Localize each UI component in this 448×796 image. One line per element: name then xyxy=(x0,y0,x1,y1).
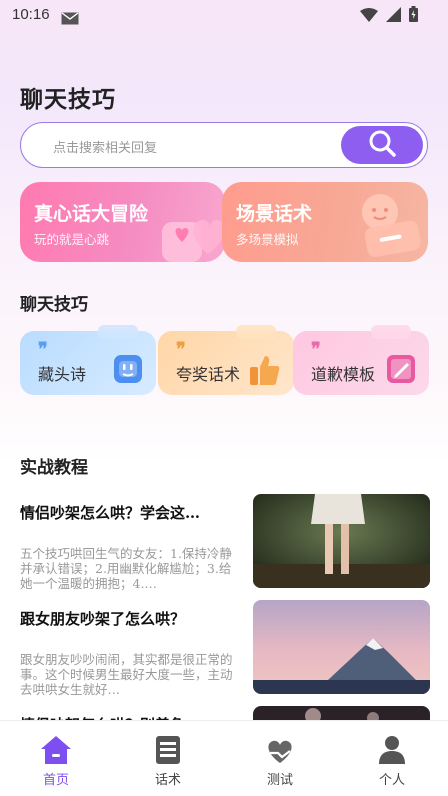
card-title: 场景话术 xyxy=(236,203,313,225)
thumbs-up-icon xyxy=(248,353,282,391)
folder-tab xyxy=(371,325,411,339)
article-description: 跟女朋友吵吵闹闹，其实都是很正常的事。这个时候男生最好大度一些，主动去哄哄女生就… xyxy=(20,652,233,697)
quote-icon: ❞ xyxy=(176,339,186,360)
article-thumbnail xyxy=(253,494,430,588)
chat-bubble-icon xyxy=(352,190,424,262)
tile-label: 夸奖话术 xyxy=(176,365,241,384)
tab-label: 个人 xyxy=(378,773,405,788)
battery-icon xyxy=(409,6,418,26)
apology-template-tile[interactable]: ❞ 道歉模板 xyxy=(293,325,429,395)
card-subtitle: 玩的就是心跳 xyxy=(34,232,110,247)
tab-profile[interactable]: 个人 xyxy=(362,733,422,788)
wifi-icon xyxy=(360,7,378,26)
pencil-note-icon xyxy=(385,353,417,389)
tips-section-title: 聊天技巧 xyxy=(20,295,88,315)
home-icon xyxy=(26,733,86,765)
tile-label: 藏头诗 xyxy=(38,365,87,384)
article-item[interactable]: 跟女朋友吵架了怎么哄？ 跟女朋友吵吵闹闹，其实都是很正常的事。这个时候男生最好大… xyxy=(20,600,430,704)
status-time: 10:16 xyxy=(12,6,50,23)
article-description: 五个技巧哄回生气的女友：1.保持冷静并承认错误；2.用幽默化解尴尬；3.给她一个… xyxy=(20,546,232,591)
tab-home[interactable]: 首页 xyxy=(26,733,86,788)
tab-test[interactable]: 测试 xyxy=(250,733,310,788)
search-input[interactable]: 点击搜索相关回复 xyxy=(53,137,157,156)
article-title: 情侣吵架怎么哄？学会这… xyxy=(20,504,201,522)
quote-icon: ❞ xyxy=(38,339,48,360)
folder-tab xyxy=(236,325,276,339)
praise-talk-tile[interactable]: ❞ 夸奖话术 xyxy=(158,325,294,395)
person-icon xyxy=(362,733,422,765)
tile-label: 道歉模板 xyxy=(311,365,376,384)
tab-talk[interactable]: 话术 xyxy=(138,733,198,788)
tab-label: 首页 xyxy=(42,773,69,788)
scene-talk-card[interactable]: 场景话术 多场景模拟 xyxy=(222,182,428,262)
article-thumbnail xyxy=(253,600,430,694)
card-title: 真心话大冒险 xyxy=(34,203,149,225)
article-item[interactable]: 情侣吵架怎么哄？学会这… 五个技巧哄回生气的女友：1.保持冷静并承认错误；2.用… xyxy=(20,494,430,598)
tutorials-section-title: 实战教程 xyxy=(20,458,88,478)
acrostic-poem-tile[interactable]: ❞ 藏头诗 xyxy=(20,325,156,395)
search-bar[interactable]: 点击搜索相关回复 xyxy=(20,122,428,168)
book-icon xyxy=(138,733,198,765)
search-button[interactable] xyxy=(341,126,423,164)
truth-or-dare-card[interactable]: 真心话大冒险 玩的就是心跳 xyxy=(20,182,225,262)
heart-card-icon xyxy=(160,202,225,262)
status-bar: 10:16 xyxy=(0,0,448,32)
quote-icon: ❞ xyxy=(311,339,321,360)
folder-tab xyxy=(98,325,138,339)
heart-hand-icon xyxy=(250,733,310,765)
signal-icon xyxy=(386,6,401,26)
face-icon xyxy=(112,353,144,389)
search-icon xyxy=(366,127,398,163)
page-title: 聊天技巧 xyxy=(20,86,116,113)
tab-label: 话术 xyxy=(154,773,181,788)
mail-icon xyxy=(61,10,79,29)
bottom-tab-bar: 首页 话术 测试 个人 xyxy=(0,720,448,796)
tab-label: 测试 xyxy=(266,773,293,788)
article-title: 跟女朋友吵架了怎么哄？ xyxy=(20,610,186,628)
card-subtitle: 多场景模拟 xyxy=(236,232,299,247)
